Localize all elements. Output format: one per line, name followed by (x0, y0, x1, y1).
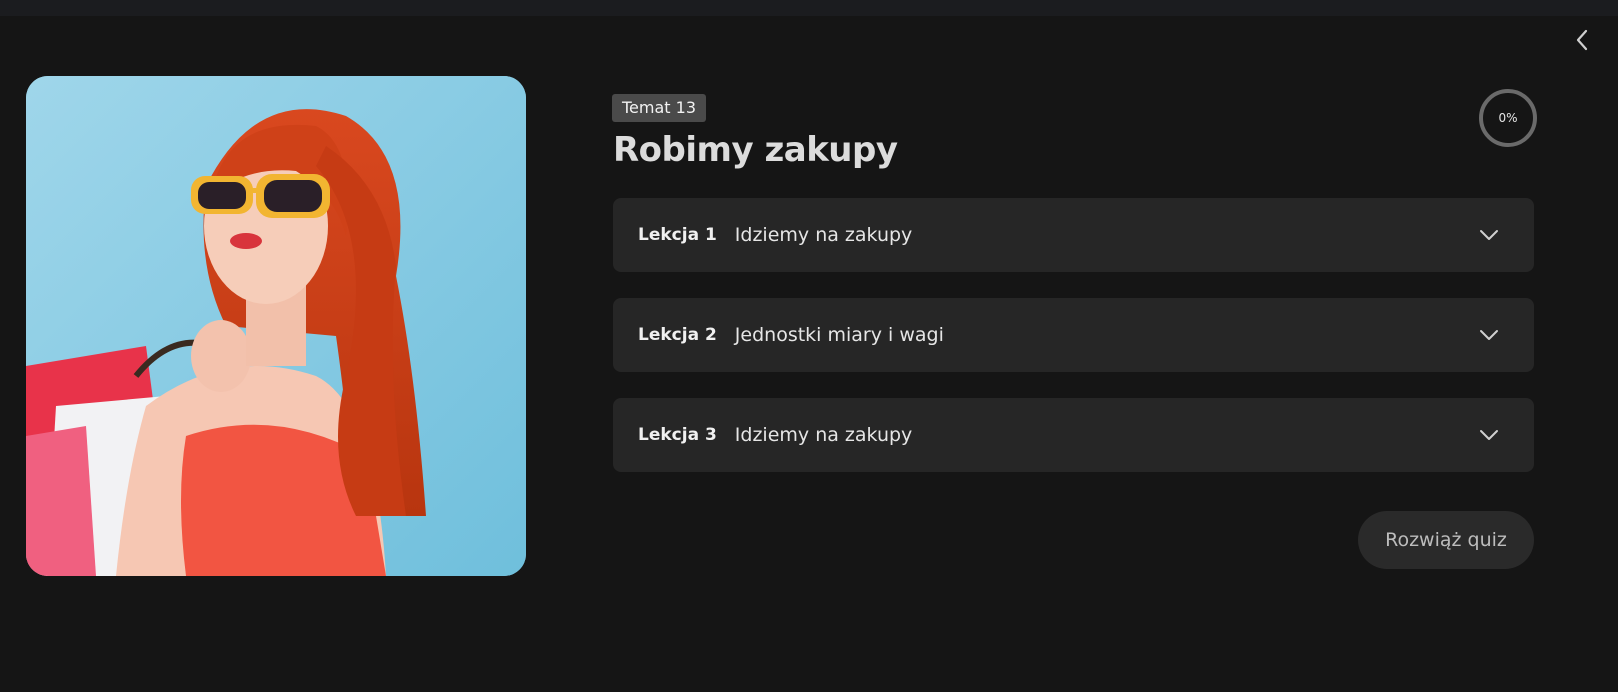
chevron-down-icon[interactable] (1478, 324, 1500, 346)
progress-ring: 0% (1478, 88, 1538, 148)
lesson-title: Idziemy na zakupy (734, 224, 913, 246)
chevron-left-icon (1576, 29, 1588, 51)
progress-value: 0% (1498, 111, 1518, 125)
solve-quiz-button[interactable]: Rozwiąż quiz (1358, 511, 1534, 569)
chevron-down-icon[interactable] (1478, 224, 1500, 246)
lesson-number: Lekcja 2 (638, 325, 717, 345)
top-bar (0, 0, 1618, 16)
lesson-number: Lekcja 3 (638, 425, 717, 445)
lesson-item-1[interactable]: Lekcja 1 Idziemy na zakupy (613, 198, 1534, 272)
chevron-down-icon[interactable] (1478, 424, 1500, 446)
back-button[interactable] (1568, 26, 1596, 54)
lesson-item-3[interactable]: Lekcja 3 Idziemy na zakupy (613, 398, 1534, 472)
lesson-title: Idziemy na zakupy (734, 424, 913, 446)
lesson-item-2[interactable]: Lekcja 2 Jednostki miary i wagi (613, 298, 1534, 372)
lesson-number: Lekcja 1 (638, 225, 717, 245)
topic-title: Robimy zakupy (613, 130, 898, 170)
topic-badge: Temat 13 (612, 94, 707, 122)
lesson-title: Jednostki miary i wagi (734, 324, 944, 346)
topic-image (26, 76, 526, 576)
